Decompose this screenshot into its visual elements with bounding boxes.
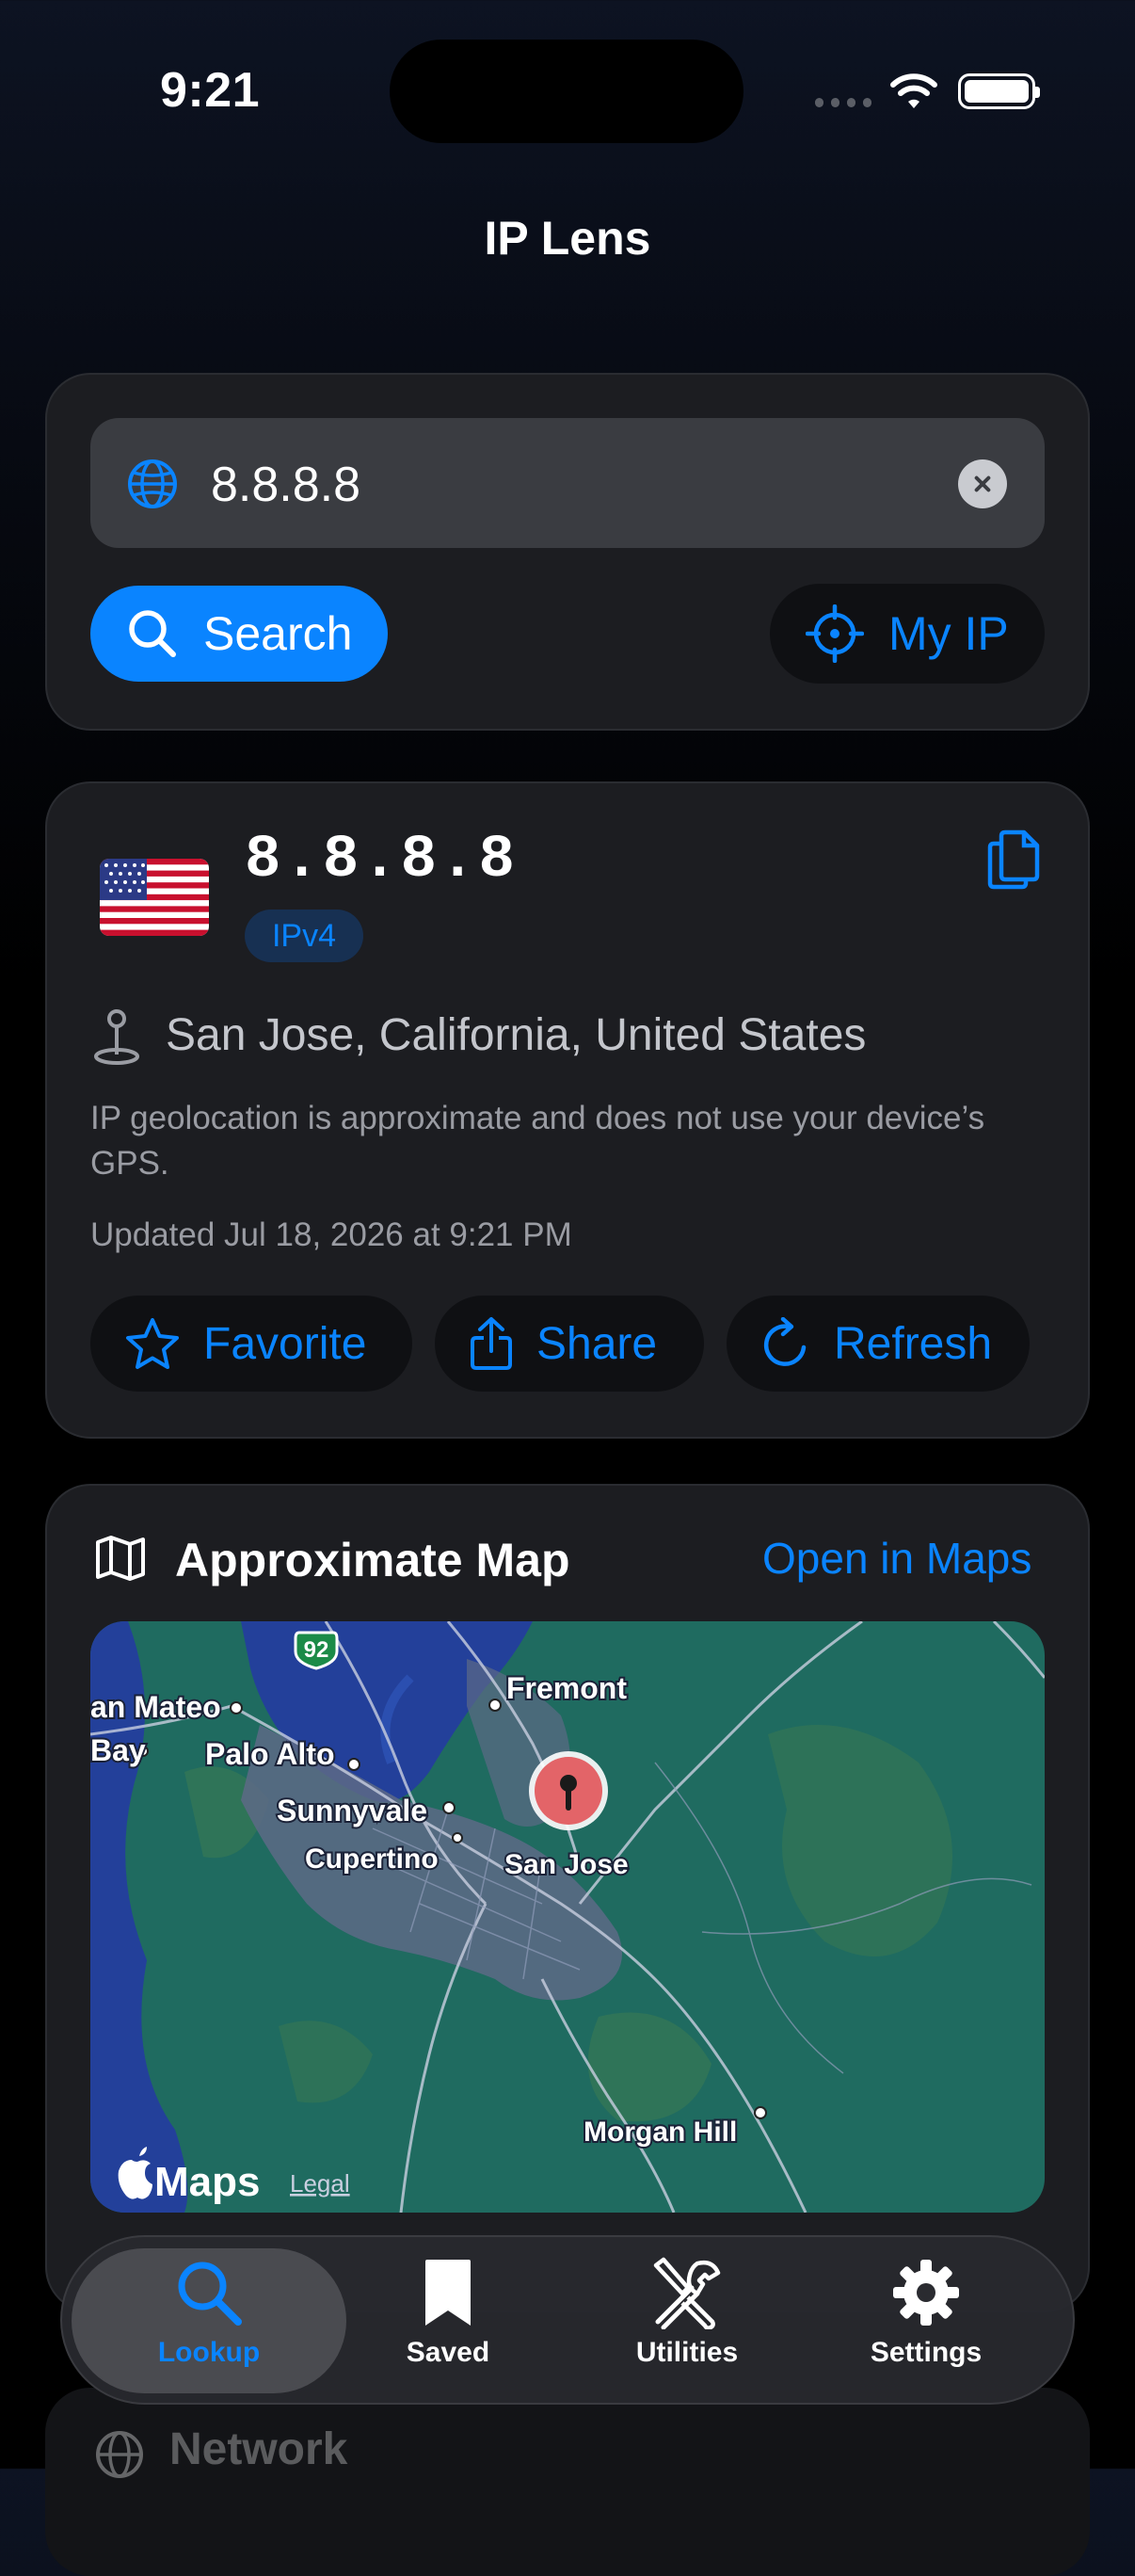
maps-attribution: Maps <box>154 2159 260 2205</box>
app-title: IP Lens <box>484 212 651 265</box>
location-pin-marker <box>529 1751 608 1830</box>
ip-search-field[interactable] <box>90 418 1045 548</box>
globe-icon <box>128 459 177 508</box>
ip-search-input[interactable] <box>209 456 842 514</box>
tab-settings[interactable]: Settings <box>804 2256 1048 2388</box>
globe-icon <box>96 2431 143 2478</box>
cellular-signal-icon <box>815 98 871 107</box>
updated-timestamp: Updated Jul 18, 2026 at 9:21 PM <box>90 1216 572 1253</box>
map-section-title: Approximate Map <box>175 1534 570 1586</box>
geolocation-note: IP geolocation is approximate and does n… <box>90 1100 985 1182</box>
battery-icon <box>958 73 1040 109</box>
share-button[interactable]: Share <box>435 1296 704 1392</box>
wifi-icon <box>890 73 937 108</box>
tab-lookup[interactable]: Lookup <box>87 2256 331 2388</box>
tab-saved-label: Saved <box>406 2337 490 2368</box>
tools-icon <box>653 2257 721 2329</box>
favorite-button[interactable]: Favorite <box>90 1296 412 1392</box>
us-flag-icon <box>100 859 209 936</box>
copy-icon[interactable] <box>986 829 1041 891</box>
highway-number: 92 <box>304 1637 329 1663</box>
tab-settings-label: Settings <box>870 2337 983 2368</box>
refresh-label: Refresh <box>834 1318 993 1369</box>
map-label-morgan-hill: Morgan Hill <box>583 2117 737 2148</box>
magnifier-icon <box>178 2262 242 2326</box>
map-label-san-mateo: an Mateo <box>90 1690 221 1724</box>
tab-lookup-label: Lookup <box>157 2337 261 2368</box>
share-icon <box>471 1317 512 1370</box>
clear-input-icon[interactable] <box>958 459 1007 508</box>
network-card <box>45 2388 1090 2576</box>
open-in-maps-link[interactable]: Open in Maps <box>762 1533 1031 1584</box>
ip-version-badge: IPv4 <box>245 910 363 962</box>
refresh-icon <box>763 1317 807 1366</box>
legal-link[interactable]: Legal <box>290 2169 350 2198</box>
search-button-label: Search <box>203 607 353 660</box>
my-ip-button[interactable]: My IP <box>770 584 1045 684</box>
share-label: Share <box>536 1318 658 1369</box>
tab-utilities-label: Utilities <box>635 2337 739 2368</box>
status-time: 9:21 <box>160 63 261 118</box>
network-section-title: Network <box>169 2424 348 2474</box>
tab-saved[interactable]: Saved <box>326 2256 570 2388</box>
tab-utilities[interactable]: Utilities <box>565 2256 809 2388</box>
refresh-button[interactable]: Refresh <box>727 1296 1030 1392</box>
map-label-palo-alto: Palo Alto <box>205 1737 334 1771</box>
search-icon <box>129 610 176 657</box>
search-button[interactable]: Search <box>90 586 388 682</box>
map-icon <box>96 1536 145 1581</box>
my-ip-button-label: My IP <box>888 607 1009 660</box>
map-view[interactable]: 92 Fremont an Mateo Bay Palo Alto Sunnyv… <box>90 1621 1045 2213</box>
ip-address: 8.8.8.8 <box>245 827 518 894</box>
gear-icon <box>893 2260 959 2326</box>
location-crosshair-icon <box>806 604 864 663</box>
map-label-bay: Bay <box>90 1733 146 1767</box>
map-pin-icon <box>94 1009 139 1065</box>
bookmark-icon <box>425 2260 471 2326</box>
map-label-cupertino: Cupertino <box>305 1843 439 1875</box>
dynamic-island <box>390 40 743 143</box>
map-label-san-jose: San Jose <box>504 1849 629 1880</box>
location-text: San Jose, California, United States <box>166 1010 867 1060</box>
map-label-fremont: Fremont <box>506 1671 627 1705</box>
star-icon <box>126 1318 179 1369</box>
map-label-sunnyvale: Sunnyvale <box>277 1794 427 1827</box>
favorite-label: Favorite <box>203 1318 367 1369</box>
